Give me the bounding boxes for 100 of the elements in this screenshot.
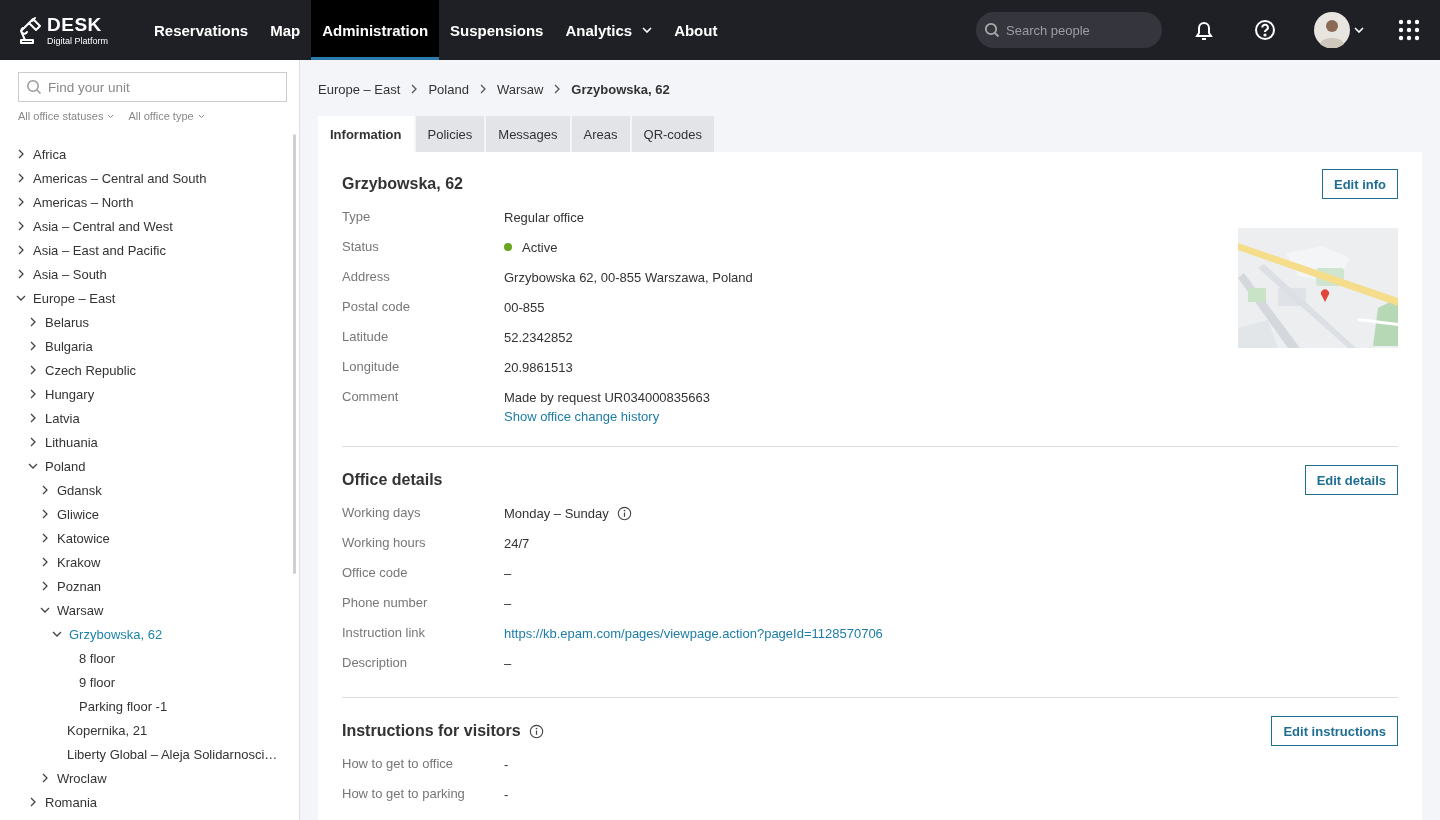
apps-grid-icon[interactable] — [1398, 19, 1420, 41]
edit-button[interactable]: Edit details — [1304, 465, 1398, 495]
field-label: How to get to parking — [342, 785, 466, 803]
chevron-right-icon[interactable] — [28, 365, 38, 375]
breadcrumb-link[interactable]: Europe – East — [318, 81, 401, 97]
field-value: 24/7 — [504, 535, 530, 551]
field-label: Comment — [342, 388, 400, 406]
chevron-right-icon[interactable] — [16, 197, 26, 207]
breadcrumb-link[interactable]: Warsaw — [496, 81, 544, 97]
tree-item[interactable]: Poland — [45, 458, 86, 474]
scrollbar[interactable] — [293, 134, 296, 574]
nav-tab[interactable]: Map — [259, 0, 312, 60]
search-field[interactable]: Find your unit — [18, 72, 287, 102]
chevron-right-icon[interactable] — [40, 533, 50, 543]
tree-item[interactable]: Poznan — [57, 578, 102, 594]
instruction-link[interactable]: https://kb.epam.com/pages/viewpage.action?pageId=1128570706 — [504, 625, 883, 641]
chevron-right-icon[interactable] — [40, 581, 50, 591]
chevron-right-icon[interactable] — [16, 173, 26, 183]
bell-icon[interactable] — [1194, 19, 1214, 41]
tree-item[interactable]: Grzybowska, 62 — [69, 626, 163, 642]
chevron-right-icon[interactable] — [40, 557, 50, 567]
edit-button[interactable]: Edit info — [1322, 169, 1398, 199]
tree-item[interactable]: Bulgaria — [45, 338, 93, 354]
field-label: Address — [342, 268, 391, 286]
breadcrumb-link[interactable]: Poland — [428, 81, 469, 97]
info-icon[interactable] — [616, 505, 632, 521]
field-value: Regular office — [504, 209, 584, 225]
section-title: Grzybowska, 62 — [342, 175, 463, 193]
help-icon[interactable] — [1254, 19, 1276, 41]
chevron-right-icon[interactable] — [16, 269, 26, 279]
info-icon[interactable] — [528, 723, 544, 739]
tree-item[interactable]: Asia – South — [33, 266, 107, 282]
chevron-right-icon[interactable] — [16, 245, 26, 255]
field-label: Latitude — [342, 328, 390, 346]
tab[interactable]: Areas — [571, 116, 630, 152]
section-title: Instructions for visitors — [342, 722, 521, 740]
tree-item[interactable]: Parking floor -1 — [79, 698, 168, 714]
tree-item[interactable]: Europe – East — [33, 290, 116, 306]
nav-tab[interactable]: Reservations — [143, 0, 260, 60]
field-label: How to get to office — [342, 755, 455, 773]
chevron-down-icon[interactable] — [16, 293, 26, 303]
search-field[interactable]: Search people — [976, 12, 1162, 48]
field-label: Working days — [342, 504, 422, 522]
lamp-icon — [17, 15, 43, 45]
chevron-down-icon — [197, 113, 205, 119]
tree-item[interactable]: 9 floor — [79, 674, 116, 690]
tree-item[interactable]: Belarus — [45, 314, 90, 330]
chevron-down-icon[interactable] — [40, 605, 50, 615]
chevron-right-icon[interactable] — [28, 797, 38, 807]
tab[interactable]: Messages — [486, 116, 570, 152]
chevron-right-icon[interactable] — [28, 317, 38, 327]
tree-item[interactable]: Krakow — [57, 554, 101, 570]
tree-item[interactable]: Kopernika, 21 — [67, 722, 148, 738]
tree-item[interactable]: Liberty Global – Aleja Solidarnosci… — [67, 746, 278, 762]
tree-item[interactable]: Gliwice — [57, 506, 99, 522]
tree-item[interactable]: Gdansk — [57, 482, 102, 498]
chevron-down-icon[interactable] — [28, 461, 38, 471]
tree-item[interactable]: Americas – North — [33, 194, 134, 210]
tab[interactable]: QR-codes — [631, 116, 715, 152]
tree-item[interactable]: 8 floor — [79, 650, 116, 666]
chevron-right-icon[interactable] — [28, 389, 38, 399]
field-value: Monday – Sunday — [504, 505, 609, 521]
chevron-right-icon[interactable] — [16, 149, 26, 159]
tree-item[interactable]: Wroclaw — [57, 770, 107, 786]
tree-item[interactable]: Katowice — [57, 530, 110, 546]
chevron-right-icon[interactable] — [40, 485, 50, 495]
nav-tab[interactable]: Suspensions — [439, 0, 555, 60]
edit-button[interactable]: Edit instructions — [1271, 716, 1398, 746]
filter-dropdown[interactable]: All office type — [128, 110, 205, 122]
tree-item[interactable]: Czech Republic — [45, 362, 137, 378]
history-link[interactable]: Show office change history — [504, 409, 710, 424]
chevron-right-icon[interactable] — [28, 437, 38, 447]
tree-item[interactable]: Lithuania — [45, 434, 98, 450]
tree-item[interactable]: Romania — [45, 794, 98, 810]
chevron-right-icon[interactable] — [28, 341, 38, 351]
tree-item[interactable]: Latvia — [45, 410, 80, 426]
field-label: Status — [342, 238, 380, 256]
chevron-right-icon[interactable] — [16, 221, 26, 231]
field-value: – — [504, 655, 512, 671]
nav-tab[interactable]: Analytics — [554, 0, 664, 60]
chevron-right-icon[interactable] — [40, 509, 50, 519]
chevron-down-icon[interactable] — [52, 629, 62, 639]
avatar[interactable] — [1314, 12, 1350, 48]
nav-tab[interactable]: About — [663, 0, 729, 60]
search-icon — [26, 79, 42, 95]
tab[interactable]: Policies — [415, 116, 485, 152]
tree-item[interactable]: Africa — [33, 146, 67, 162]
chevron-right-icon[interactable] — [28, 413, 38, 423]
chevron-right-icon[interactable] — [40, 773, 50, 783]
filter-dropdown[interactable]: All office statuses — [18, 110, 115, 122]
nav-tab[interactable]: Administration — [311, 0, 440, 60]
tree-item[interactable]: Warsaw — [57, 602, 104, 618]
tree-item[interactable]: Asia – Central and West — [33, 218, 173, 234]
tree-item[interactable]: Americas – Central and South — [33, 170, 207, 186]
tab[interactable]: Information — [318, 116, 414, 152]
tree-item[interactable]: Hungary — [45, 386, 95, 402]
field-label: Instruction link — [342, 624, 427, 642]
search-icon — [984, 22, 1000, 38]
tree-item[interactable]: Asia – East and Pacific — [33, 242, 166, 258]
chevron-down-icon[interactable] — [1354, 27, 1364, 33]
